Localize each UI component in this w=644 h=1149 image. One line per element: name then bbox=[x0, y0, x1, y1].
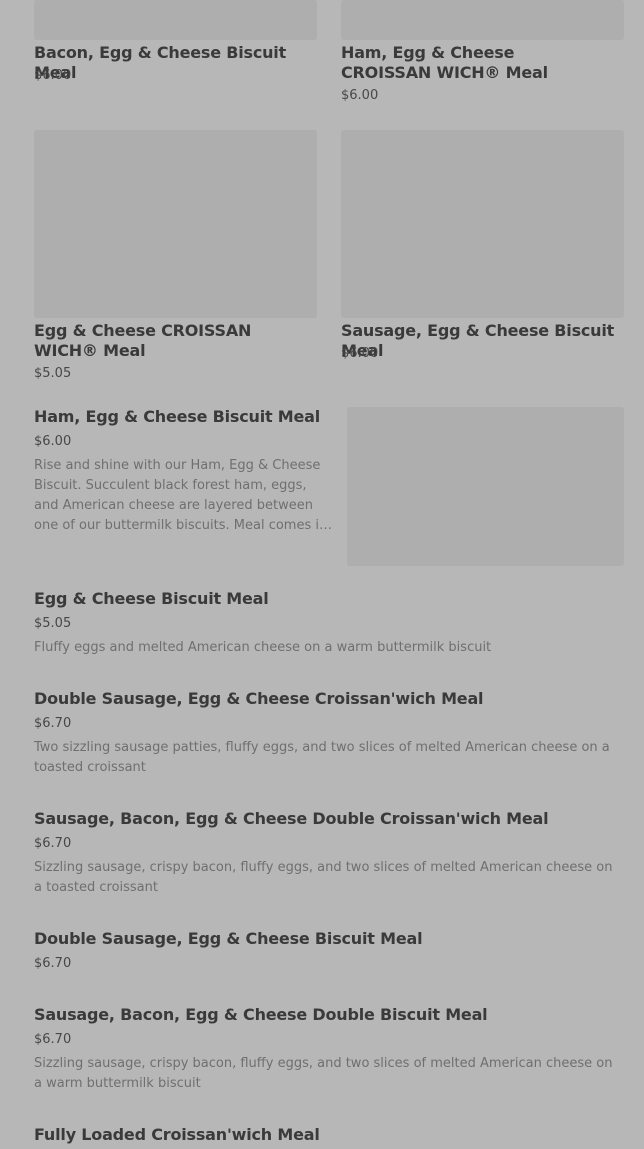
menu-item-price: $6.00 bbox=[341, 88, 379, 103]
menu-item-description: Sizzling sausage, crispy bacon, fluffy e… bbox=[34, 1056, 613, 1091]
menu-item-price: $6.70 bbox=[34, 836, 72, 851]
menu-item-price: $5.05 bbox=[34, 616, 72, 631]
menu-item-price: $6.00 bbox=[34, 434, 72, 449]
menu-item-price: $6.00 bbox=[341, 346, 379, 361]
menu-item-title[interactable]: Fully Loaded Croissan'wich Meal bbox=[34, 1125, 624, 1145]
menu-item-description: Rise and shine with our Ham, Egg & Chees… bbox=[34, 458, 328, 533]
menu-item-image[interactable] bbox=[347, 407, 624, 566]
menu-item-price: $6.70 bbox=[34, 1032, 72, 1047]
menu-item-title[interactable]: Double Sausage, Egg & Cheese Biscuit Mea… bbox=[34, 929, 624, 949]
menu-item-image[interactable] bbox=[34, 130, 317, 318]
menu-item-title[interactable]: Egg & Cheese CROISSAN WICH® Meal bbox=[34, 321, 294, 361]
menu-item-title[interactable]: Egg & Cheese Biscuit Meal bbox=[34, 589, 624, 609]
menu-item-title[interactable]: Ham, Egg & Cheese Biscuit Meal bbox=[34, 407, 334, 427]
menu-item-title[interactable]: Double Sausage, Egg & Cheese Croissan'wi… bbox=[34, 689, 624, 709]
menu-item-title[interactable]: Ham, Egg & Cheese CROISSAN WICH® Meal bbox=[341, 43, 601, 83]
menu-item-image[interactable] bbox=[34, 0, 317, 40]
menu-item-price: $6.70 bbox=[34, 956, 72, 971]
menu-item-price: $5.05 bbox=[34, 366, 72, 381]
menu-item-image[interactable] bbox=[341, 0, 624, 40]
menu-item-title[interactable]: Bacon, Egg & Cheese Biscuit Meal bbox=[34, 43, 317, 83]
menu-item-title[interactable]: Sausage, Egg & Cheese Biscuit Meal bbox=[341, 321, 631, 361]
menu-item-description: Fluffy eggs and melted American cheese o… bbox=[34, 640, 492, 655]
menu-item-title[interactable]: Sausage, Bacon, Egg & Cheese Double Bisc… bbox=[34, 1005, 624, 1025]
menu-item-description: Sizzling sausage, crispy bacon, fluffy e… bbox=[34, 860, 613, 895]
menu-item-description: Two sizzling sausage patties, fluffy egg… bbox=[34, 740, 610, 775]
menu-item-title[interactable]: Sausage, Bacon, Egg & Cheese Double Croi… bbox=[34, 809, 624, 829]
menu-item-image[interactable] bbox=[341, 130, 624, 318]
menu-item-price: $6.00 bbox=[34, 68, 72, 83]
menu-item-price: $6.70 bbox=[34, 716, 72, 731]
